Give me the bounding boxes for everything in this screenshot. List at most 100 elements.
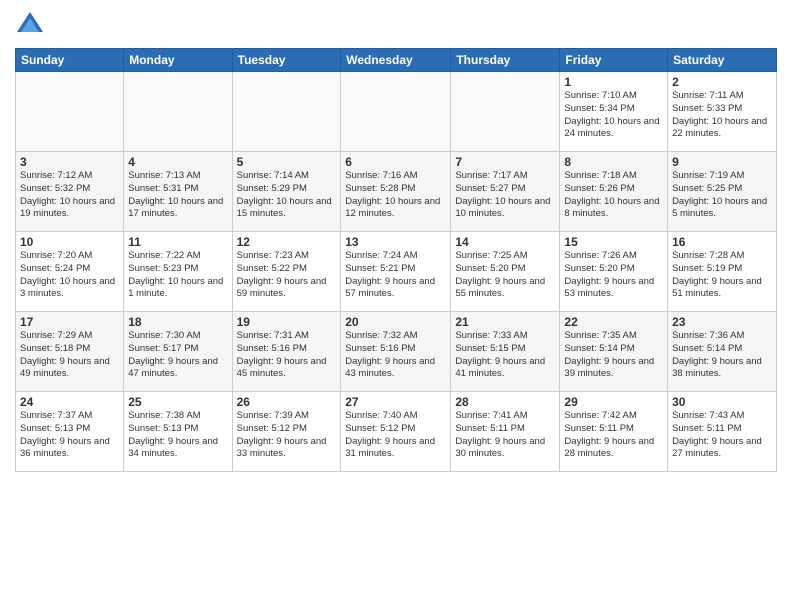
calendar-cell: 13Sunrise: 7:24 AM Sunset: 5:21 PM Dayli… bbox=[341, 232, 451, 312]
day-info: Sunrise: 7:39 AM Sunset: 5:12 PM Dayligh… bbox=[237, 410, 337, 461]
calendar-cell: 27Sunrise: 7:40 AM Sunset: 5:12 PM Dayli… bbox=[341, 392, 451, 472]
day-info: Sunrise: 7:37 AM Sunset: 5:13 PM Dayligh… bbox=[20, 410, 119, 461]
calendar-cell: 23Sunrise: 7:36 AM Sunset: 5:14 PM Dayli… bbox=[668, 312, 777, 392]
calendar-cell: 26Sunrise: 7:39 AM Sunset: 5:12 PM Dayli… bbox=[232, 392, 341, 472]
day-number: 9 bbox=[672, 155, 772, 169]
calendar-header-monday: Monday bbox=[124, 49, 232, 72]
day-info: Sunrise: 7:35 AM Sunset: 5:14 PM Dayligh… bbox=[564, 330, 663, 381]
day-info: Sunrise: 7:26 AM Sunset: 5:20 PM Dayligh… bbox=[564, 250, 663, 301]
day-info: Sunrise: 7:14 AM Sunset: 5:29 PM Dayligh… bbox=[237, 170, 337, 221]
day-number: 17 bbox=[20, 315, 119, 329]
calendar-cell: 22Sunrise: 7:35 AM Sunset: 5:14 PM Dayli… bbox=[560, 312, 668, 392]
day-info: Sunrise: 7:13 AM Sunset: 5:31 PM Dayligh… bbox=[128, 170, 227, 221]
day-info: Sunrise: 7:25 AM Sunset: 5:20 PM Dayligh… bbox=[455, 250, 555, 301]
calendar-cell: 11Sunrise: 7:22 AM Sunset: 5:23 PM Dayli… bbox=[124, 232, 232, 312]
day-info: Sunrise: 7:33 AM Sunset: 5:15 PM Dayligh… bbox=[455, 330, 555, 381]
day-number: 22 bbox=[564, 315, 663, 329]
calendar-header-row: SundayMondayTuesdayWednesdayThursdayFrid… bbox=[16, 49, 777, 72]
day-info: Sunrise: 7:36 AM Sunset: 5:14 PM Dayligh… bbox=[672, 330, 772, 381]
calendar-cell: 29Sunrise: 7:42 AM Sunset: 5:11 PM Dayli… bbox=[560, 392, 668, 472]
calendar-week-3: 17Sunrise: 7:29 AM Sunset: 5:18 PM Dayli… bbox=[16, 312, 777, 392]
day-number: 7 bbox=[455, 155, 555, 169]
calendar-header-thursday: Thursday bbox=[451, 49, 560, 72]
day-number: 26 bbox=[237, 395, 337, 409]
day-number: 23 bbox=[672, 315, 772, 329]
calendar-cell: 25Sunrise: 7:38 AM Sunset: 5:13 PM Dayli… bbox=[124, 392, 232, 472]
calendar-cell: 16Sunrise: 7:28 AM Sunset: 5:19 PM Dayli… bbox=[668, 232, 777, 312]
day-number: 11 bbox=[128, 235, 227, 249]
calendar-header-saturday: Saturday bbox=[668, 49, 777, 72]
day-info: Sunrise: 7:43 AM Sunset: 5:11 PM Dayligh… bbox=[672, 410, 772, 461]
calendar-cell: 8Sunrise: 7:18 AM Sunset: 5:26 PM Daylig… bbox=[560, 152, 668, 232]
calendar-header-friday: Friday bbox=[560, 49, 668, 72]
day-info: Sunrise: 7:19 AM Sunset: 5:25 PM Dayligh… bbox=[672, 170, 772, 221]
calendar-week-2: 10Sunrise: 7:20 AM Sunset: 5:24 PM Dayli… bbox=[16, 232, 777, 312]
day-number: 15 bbox=[564, 235, 663, 249]
day-number: 29 bbox=[564, 395, 663, 409]
day-number: 20 bbox=[345, 315, 446, 329]
day-info: Sunrise: 7:38 AM Sunset: 5:13 PM Dayligh… bbox=[128, 410, 227, 461]
day-info: Sunrise: 7:28 AM Sunset: 5:19 PM Dayligh… bbox=[672, 250, 772, 301]
day-info: Sunrise: 7:20 AM Sunset: 5:24 PM Dayligh… bbox=[20, 250, 119, 301]
day-number: 2 bbox=[672, 75, 772, 89]
day-number: 24 bbox=[20, 395, 119, 409]
calendar-cell bbox=[124, 72, 232, 152]
day-info: Sunrise: 7:18 AM Sunset: 5:26 PM Dayligh… bbox=[564, 170, 663, 221]
calendar-cell: 28Sunrise: 7:41 AM Sunset: 5:11 PM Dayli… bbox=[451, 392, 560, 472]
calendar-cell: 21Sunrise: 7:33 AM Sunset: 5:15 PM Dayli… bbox=[451, 312, 560, 392]
day-number: 10 bbox=[20, 235, 119, 249]
calendar-cell bbox=[341, 72, 451, 152]
calendar-cell: 15Sunrise: 7:26 AM Sunset: 5:20 PM Dayli… bbox=[560, 232, 668, 312]
day-info: Sunrise: 7:40 AM Sunset: 5:12 PM Dayligh… bbox=[345, 410, 446, 461]
logo bbox=[15, 10, 49, 40]
calendar-cell bbox=[16, 72, 124, 152]
calendar-cell: 19Sunrise: 7:31 AM Sunset: 5:16 PM Dayli… bbox=[232, 312, 341, 392]
calendar-week-4: 24Sunrise: 7:37 AM Sunset: 5:13 PM Dayli… bbox=[16, 392, 777, 472]
day-number: 1 bbox=[564, 75, 663, 89]
calendar-cell bbox=[232, 72, 341, 152]
calendar-cell: 20Sunrise: 7:32 AM Sunset: 5:16 PM Dayli… bbox=[341, 312, 451, 392]
day-number: 8 bbox=[564, 155, 663, 169]
calendar-cell: 1Sunrise: 7:10 AM Sunset: 5:34 PM Daylig… bbox=[560, 72, 668, 152]
page-container: SundayMondayTuesdayWednesdayThursdayFrid… bbox=[0, 0, 792, 477]
day-number: 5 bbox=[237, 155, 337, 169]
calendar-cell: 6Sunrise: 7:16 AM Sunset: 5:28 PM Daylig… bbox=[341, 152, 451, 232]
day-number: 14 bbox=[455, 235, 555, 249]
calendar-week-1: 3Sunrise: 7:12 AM Sunset: 5:32 PM Daylig… bbox=[16, 152, 777, 232]
day-number: 30 bbox=[672, 395, 772, 409]
day-info: Sunrise: 7:22 AM Sunset: 5:23 PM Dayligh… bbox=[128, 250, 227, 301]
calendar-cell: 4Sunrise: 7:13 AM Sunset: 5:31 PM Daylig… bbox=[124, 152, 232, 232]
day-number: 19 bbox=[237, 315, 337, 329]
day-number: 4 bbox=[128, 155, 227, 169]
day-info: Sunrise: 7:31 AM Sunset: 5:16 PM Dayligh… bbox=[237, 330, 337, 381]
calendar-cell: 24Sunrise: 7:37 AM Sunset: 5:13 PM Dayli… bbox=[16, 392, 124, 472]
day-number: 12 bbox=[237, 235, 337, 249]
day-info: Sunrise: 7:42 AM Sunset: 5:11 PM Dayligh… bbox=[564, 410, 663, 461]
day-info: Sunrise: 7:24 AM Sunset: 5:21 PM Dayligh… bbox=[345, 250, 446, 301]
calendar-cell: 14Sunrise: 7:25 AM Sunset: 5:20 PM Dayli… bbox=[451, 232, 560, 312]
day-number: 21 bbox=[455, 315, 555, 329]
day-number: 6 bbox=[345, 155, 446, 169]
day-info: Sunrise: 7:16 AM Sunset: 5:28 PM Dayligh… bbox=[345, 170, 446, 221]
calendar-cell: 12Sunrise: 7:23 AM Sunset: 5:22 PM Dayli… bbox=[232, 232, 341, 312]
calendar-cell bbox=[451, 72, 560, 152]
day-number: 16 bbox=[672, 235, 772, 249]
day-number: 27 bbox=[345, 395, 446, 409]
day-info: Sunrise: 7:11 AM Sunset: 5:33 PM Dayligh… bbox=[672, 90, 772, 141]
day-info: Sunrise: 7:17 AM Sunset: 5:27 PM Dayligh… bbox=[455, 170, 555, 221]
calendar-header-tuesday: Tuesday bbox=[232, 49, 341, 72]
day-info: Sunrise: 7:23 AM Sunset: 5:22 PM Dayligh… bbox=[237, 250, 337, 301]
day-number: 25 bbox=[128, 395, 227, 409]
day-info: Sunrise: 7:10 AM Sunset: 5:34 PM Dayligh… bbox=[564, 90, 663, 141]
calendar-cell: 7Sunrise: 7:17 AM Sunset: 5:27 PM Daylig… bbox=[451, 152, 560, 232]
day-info: Sunrise: 7:41 AM Sunset: 5:11 PM Dayligh… bbox=[455, 410, 555, 461]
calendar-cell: 10Sunrise: 7:20 AM Sunset: 5:24 PM Dayli… bbox=[16, 232, 124, 312]
calendar-cell: 18Sunrise: 7:30 AM Sunset: 5:17 PM Dayli… bbox=[124, 312, 232, 392]
day-number: 3 bbox=[20, 155, 119, 169]
calendar-cell: 3Sunrise: 7:12 AM Sunset: 5:32 PM Daylig… bbox=[16, 152, 124, 232]
calendar-header-sunday: Sunday bbox=[16, 49, 124, 72]
day-info: Sunrise: 7:32 AM Sunset: 5:16 PM Dayligh… bbox=[345, 330, 446, 381]
calendar-cell: 5Sunrise: 7:14 AM Sunset: 5:29 PM Daylig… bbox=[232, 152, 341, 232]
logo-icon bbox=[15, 10, 45, 40]
calendar-cell: 9Sunrise: 7:19 AM Sunset: 5:25 PM Daylig… bbox=[668, 152, 777, 232]
